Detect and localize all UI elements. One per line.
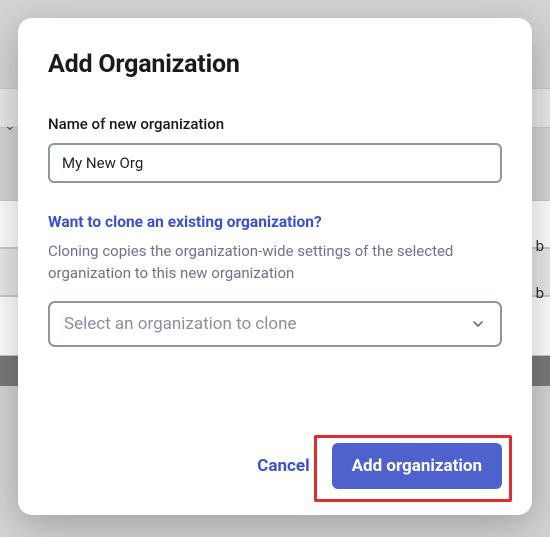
add-organization-modal: Add Organization Name of new organizatio…: [18, 18, 532, 515]
select-placeholder: Select an organization to clone: [64, 314, 297, 334]
background-text: b: [536, 284, 544, 302]
cancel-button[interactable]: Cancel: [251, 446, 315, 486]
organization-name-input[interactable]: [48, 143, 502, 183]
modal-footer: Cancel Add organization: [48, 419, 502, 489]
chevron-down-icon: [470, 316, 486, 332]
modal-title: Add Organization: [48, 50, 502, 79]
clone-section: Want to clone an existing organization? …: [48, 213, 502, 347]
clone-description: Cloning copies the organization-wide set…: [48, 241, 502, 285]
clone-organization-select[interactable]: Select an organization to clone: [48, 301, 502, 347]
add-organization-button[interactable]: Add organization: [332, 443, 502, 489]
background-text: b: [536, 237, 544, 255]
name-field-label: Name of new organization: [48, 115, 502, 133]
clone-existing-link[interactable]: Want to clone an existing organization?: [48, 213, 502, 231]
chevron-down-icon: ⌄: [4, 118, 16, 134]
